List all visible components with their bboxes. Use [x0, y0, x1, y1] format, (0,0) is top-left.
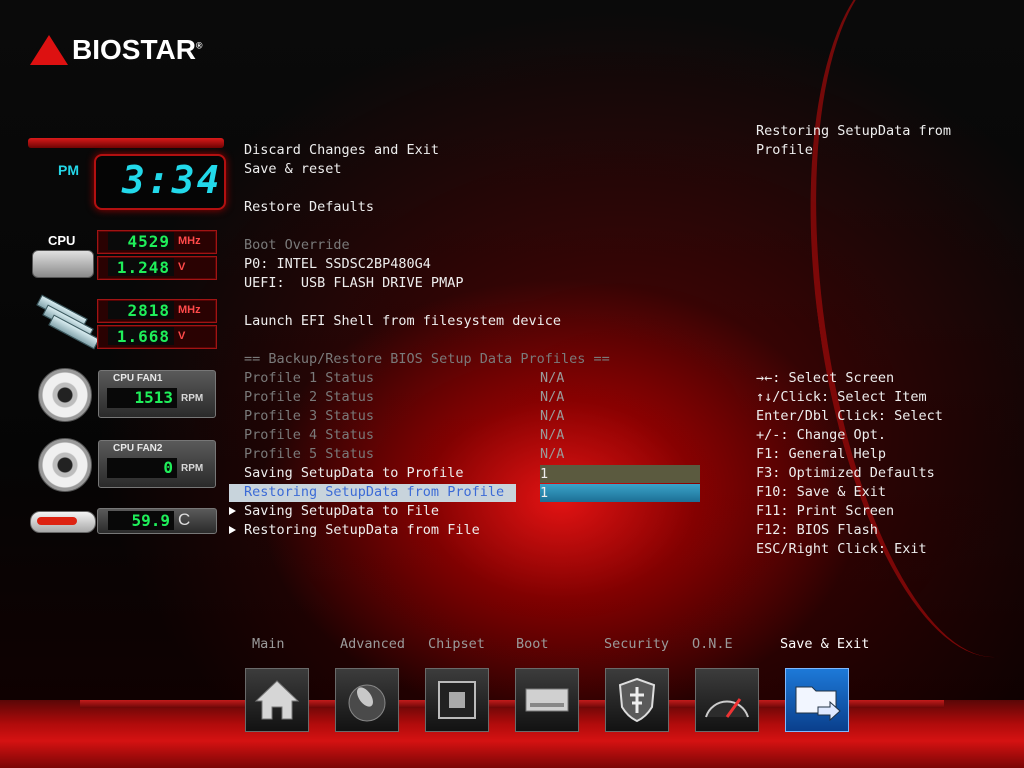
memory-voltage-value: 1.668 [108, 327, 174, 346]
tab-main[interactable] [245, 668, 309, 732]
key-legend-item: F12: BIOS Flash [756, 522, 878, 538]
tab-one[interactable] [695, 668, 759, 732]
menu-restoring-from-file[interactable]: Restoring SetupData from File [229, 521, 480, 540]
profile-3-status-label: Profile 3 Status [244, 408, 375, 424]
clock-bar [28, 138, 224, 148]
key-legend-item: ESC/Right Click: Exit [756, 541, 927, 557]
item-help-text: Restoring SetupData from Profile [756, 123, 952, 158]
key-legend-item: F10: Save & Exit [756, 484, 887, 500]
fan1-value: 1513 [107, 388, 177, 408]
profile-3-status-value: N/A [540, 408, 565, 424]
fan2-unit: RPM [181, 463, 204, 474]
fan2-icon [38, 438, 92, 492]
menu-boot-uefi[interactable]: UEFI: USB FLASH DRIVE PMAP [244, 274, 463, 293]
tab-security[interactable] [605, 668, 669, 732]
fan2-label: CPU FAN2 [113, 443, 163, 454]
cpu-frequency-display: 4529 MHz [97, 230, 217, 254]
thermometer-icon [30, 511, 96, 533]
memory-frequency-value: 2818 [108, 301, 174, 320]
memory-frequency-display: 2818 MHz [97, 299, 217, 323]
tab-advanced-label[interactable]: Advanced [340, 636, 405, 652]
menu-saving-to-profile[interactable]: Saving SetupData to Profile [244, 464, 463, 483]
tab-boot[interactable] [515, 668, 579, 732]
joystick-icon [348, 684, 386, 722]
tab-chipset-label[interactable]: Chipset [428, 636, 485, 652]
clock-ampm: PM [58, 162, 79, 178]
memory-voltage-unit: V [178, 330, 186, 342]
key-legend-item: F1: General Help [756, 446, 887, 462]
menu-restoring-from-profile[interactable]: Restoring SetupData from Profile [244, 483, 504, 502]
logo-text: BIOSTAR [72, 34, 196, 65]
memory-module-icon [36, 294, 100, 350]
temperature-value: 59.9 [108, 511, 174, 530]
fan2-display: CPU FAN2 0 RPM [98, 440, 216, 488]
tab-boot-label[interactable]: Boot [516, 636, 549, 652]
shield-icon [618, 677, 656, 723]
key-legend-item: +/-: Change Opt. [756, 427, 887, 443]
clock-widget: PM 3:34 [28, 138, 226, 210]
tab-main-label[interactable]: Main [252, 636, 285, 652]
key-legend-item: →←: Select Screen [756, 370, 895, 386]
menu-discard-exit[interactable]: Discard Changes and Exit [244, 141, 439, 160]
cpu-frequency-value: 4529 [108, 232, 174, 251]
profile-1-status-label: Profile 1 Status [244, 370, 375, 386]
fan1-unit: RPM [181, 393, 204, 404]
clock-time: 3:34 [122, 158, 222, 202]
fan1-icon [38, 368, 92, 422]
profile-2-status-value: N/A [540, 389, 565, 405]
profile-4-status-label: Profile 4 Status [244, 427, 375, 443]
floor-stage [0, 700, 1024, 768]
menu-launch-efi-shell[interactable]: Launch EFI Shell from filesystem device [244, 312, 561, 331]
drive-icon [525, 688, 569, 712]
gauge-icon [705, 698, 749, 718]
logo-registered-mark: ® [195, 40, 203, 51]
boot-override-heading: Boot Override [244, 237, 350, 253]
tab-chipset[interactable] [425, 668, 489, 732]
tab-save-exit[interactable] [785, 668, 849, 732]
cpu-chip-icon [32, 250, 94, 278]
profile-4-status-value: N/A [540, 427, 565, 443]
biostar-logo: BIOSTAR® [30, 34, 203, 66]
logo-mark-icon [30, 35, 68, 65]
menu-save-reset[interactable]: Save & reset [244, 160, 342, 179]
home-icon [254, 680, 300, 720]
fan2-value: 0 [107, 458, 177, 478]
tab-save-exit-label[interactable]: Save & Exit [780, 636, 869, 652]
tab-one-label[interactable]: O.N.E [692, 636, 733, 652]
cpu-voltage-display: 1.248 V [97, 256, 217, 280]
restoring-profile-number-field[interactable]: 1 [540, 484, 700, 502]
cpu-label: CPU [48, 233, 76, 248]
menu-saving-to-file[interactable]: Saving SetupData to File [228, 502, 439, 521]
tab-advanced[interactable] [335, 668, 399, 732]
key-legend-item: Enter/Dbl Click: Select [756, 408, 943, 424]
cpu-frequency-unit: MHz [178, 235, 201, 247]
memory-voltage-display: 1.668 V [97, 325, 217, 349]
profile-5-status-value: N/A [540, 446, 565, 462]
key-legend-item: ↑↓/Click: Select Item [756, 389, 927, 405]
profile-2-status-label: Profile 2 Status [244, 389, 375, 405]
menu-restore-defaults[interactable]: Restore Defaults [244, 198, 374, 217]
cpu-voltage-unit: V [178, 261, 186, 273]
saving-profile-number-field[interactable]: 1 [540, 465, 700, 483]
memory-frequency-unit: MHz [178, 304, 201, 316]
folder-exit-icon [795, 686, 841, 722]
chip-icon [438, 681, 476, 719]
key-legend-item: F11: Print Screen [756, 503, 895, 519]
key-legend: →←: Select Screen ↑↓/Click: Select Item … [756, 369, 1016, 559]
tab-security-label[interactable]: Security [604, 636, 669, 652]
profile-1-status-value: N/A [540, 370, 565, 386]
temperature-unit: C [178, 510, 191, 529]
fan1-display: CPU FAN1 1513 RPM [98, 370, 216, 418]
profile-5-status-label: Profile 5 Status [244, 446, 375, 462]
fan1-label: CPU FAN1 [113, 373, 163, 384]
menu-boot-p0[interactable]: P0: INTEL SSDSC2BP480G4 [244, 255, 431, 274]
profiles-heading: == Backup/Restore BIOS Setup Data Profil… [244, 351, 610, 367]
cpu-voltage-value: 1.248 [108, 258, 174, 277]
temperature-display: 59.9 C [97, 508, 217, 534]
key-legend-item: F3: Optimized Defaults [756, 465, 935, 481]
